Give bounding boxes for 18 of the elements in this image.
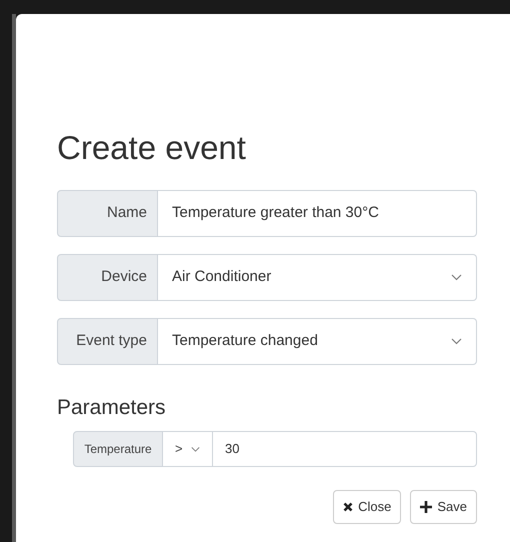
select-field[interactable]: Temperature changed: [158, 318, 477, 365]
input-field[interactable]: 30: [213, 431, 477, 467]
field-label: Event type: [57, 318, 158, 365]
close-button[interactable]: Close: [333, 490, 402, 524]
chevron-down-icon: [451, 274, 462, 281]
close-icon: [343, 502, 354, 512]
chevron-down-icon: [190, 446, 200, 452]
field-label: Device: [57, 254, 158, 301]
chevron-down-icon: [451, 338, 462, 345]
modal-title: Create event: [57, 131, 247, 164]
save-button[interactable]: Save: [410, 490, 477, 524]
parameter-label: Temperature: [73, 431, 163, 467]
select-field[interactable]: Air Conditioner: [158, 254, 477, 301]
operator-select[interactable]: >: [163, 431, 213, 467]
section-heading: Parameters: [57, 397, 167, 418]
field-label: Name: [57, 190, 158, 237]
input-field[interactable]: Temperature greater than 30°C: [158, 190, 477, 237]
plus-icon: [420, 501, 432, 513]
